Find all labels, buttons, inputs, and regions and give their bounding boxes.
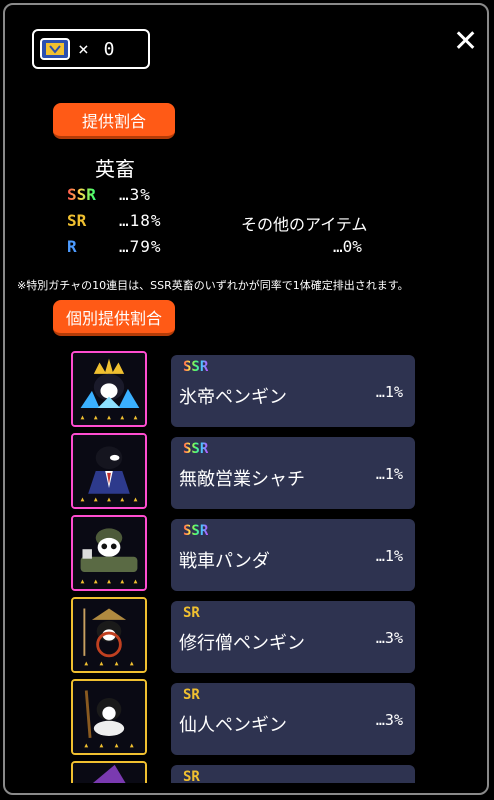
character-card: SR bbox=[171, 765, 415, 783]
ticket-count: × 0 bbox=[78, 38, 117, 60]
hermit-penguin-icon bbox=[73, 681, 145, 753]
ice-penguin-icon bbox=[73, 353, 145, 425]
rate-row-r: R …79% bbox=[67, 237, 162, 256]
character-name: 戦車パンダ bbox=[179, 551, 270, 572]
tier-label: R bbox=[67, 237, 77, 256]
tier-label: SSR bbox=[183, 523, 209, 539]
character-card: SR 修行僧ペンギン …3% bbox=[171, 601, 415, 673]
character-name: 氷帝ペンギン bbox=[179, 387, 287, 408]
character-avatar bbox=[71, 761, 147, 783]
character-avatar bbox=[71, 351, 147, 427]
character-rate: …1% bbox=[375, 547, 403, 565]
character-avatar bbox=[71, 597, 147, 673]
rates-heading: 英畜 bbox=[95, 157, 135, 181]
other-items-rate: …0% bbox=[333, 237, 362, 256]
character-card: SR 仙人ペンギン …3% bbox=[171, 683, 415, 755]
character-name: 仙人ペンギン bbox=[179, 715, 287, 736]
guarantee-note: ※特別ガチャの10連目は、SSR英畜のいずれかが同率で1体確定排出されます。 bbox=[17, 279, 409, 292]
rate-value: …3% bbox=[119, 185, 151, 204]
character-avatar bbox=[71, 433, 147, 509]
tier-label: SR bbox=[183, 769, 200, 783]
list-item[interactable]: SSR 氷帝ペンギン …1% bbox=[67, 351, 415, 427]
tier-label: SSR bbox=[67, 185, 119, 204]
tier-label: SR bbox=[67, 211, 87, 230]
tier-label: SSR bbox=[183, 359, 209, 375]
gacha-rates-dialog: × 0 ✕ 提供割合 英畜 SSR …3% SR …18% R …79% その他のアイ… bbox=[3, 3, 489, 795]
close-icon[interactable]: ✕ bbox=[453, 27, 478, 57]
tier-label: SR bbox=[183, 605, 200, 621]
rates-tab-button[interactable]: 提供割合 bbox=[53, 103, 175, 139]
rate-value: …18% bbox=[119, 211, 162, 230]
character-avatar bbox=[71, 679, 147, 755]
character-name: 無敵営業シャチ bbox=[179, 469, 305, 490]
character-card: SSR 無敵営業シャチ …1% bbox=[171, 437, 415, 509]
rate-row-ssr: SSR …3% bbox=[67, 185, 151, 204]
tier-label: SSR bbox=[183, 441, 209, 457]
individual-rates-button[interactable]: 個別提供割合 bbox=[53, 300, 175, 336]
list-item[interactable]: SSR 無敵営業シャチ …1% bbox=[67, 433, 415, 509]
character-rate: …1% bbox=[375, 383, 403, 401]
character-avatar bbox=[71, 515, 147, 591]
orca-businessman-icon bbox=[73, 435, 145, 507]
character-rate: …3% bbox=[375, 711, 403, 729]
ticket-counter: × 0 bbox=[32, 29, 150, 69]
character-rate-list[interactable]: SSR 氷帝ペンギン …1% SSR 無敵営業シャチ …1% SSR 戦車パンダ… bbox=[5, 351, 487, 783]
list-item[interactable]: SR 仙人ペンギン …3% bbox=[67, 679, 415, 755]
rate-row-sr: SR …18% bbox=[67, 211, 162, 230]
wizard-hat-icon bbox=[73, 763, 145, 783]
list-item[interactable]: SR 修行僧ペンギン …3% bbox=[67, 597, 415, 673]
character-name: 修行僧ペンギン bbox=[179, 633, 305, 654]
other-items-label: その他のアイテム bbox=[241, 215, 368, 234]
character-rate: …3% bbox=[375, 629, 403, 647]
list-item[interactable]: SR bbox=[67, 761, 415, 783]
rate-value: …79% bbox=[119, 237, 162, 256]
tank-panda-icon bbox=[73, 517, 145, 589]
character-rate: …1% bbox=[375, 465, 403, 483]
tier-label: SR bbox=[183, 687, 200, 703]
character-card: SSR 戦車パンダ …1% bbox=[171, 519, 415, 591]
monk-penguin-icon bbox=[73, 599, 145, 671]
character-card: SSR 氷帝ペンギン …1% bbox=[171, 355, 415, 427]
ticket-icon bbox=[40, 38, 70, 60]
list-item[interactable]: SSR 戦車パンダ …1% bbox=[67, 515, 415, 591]
